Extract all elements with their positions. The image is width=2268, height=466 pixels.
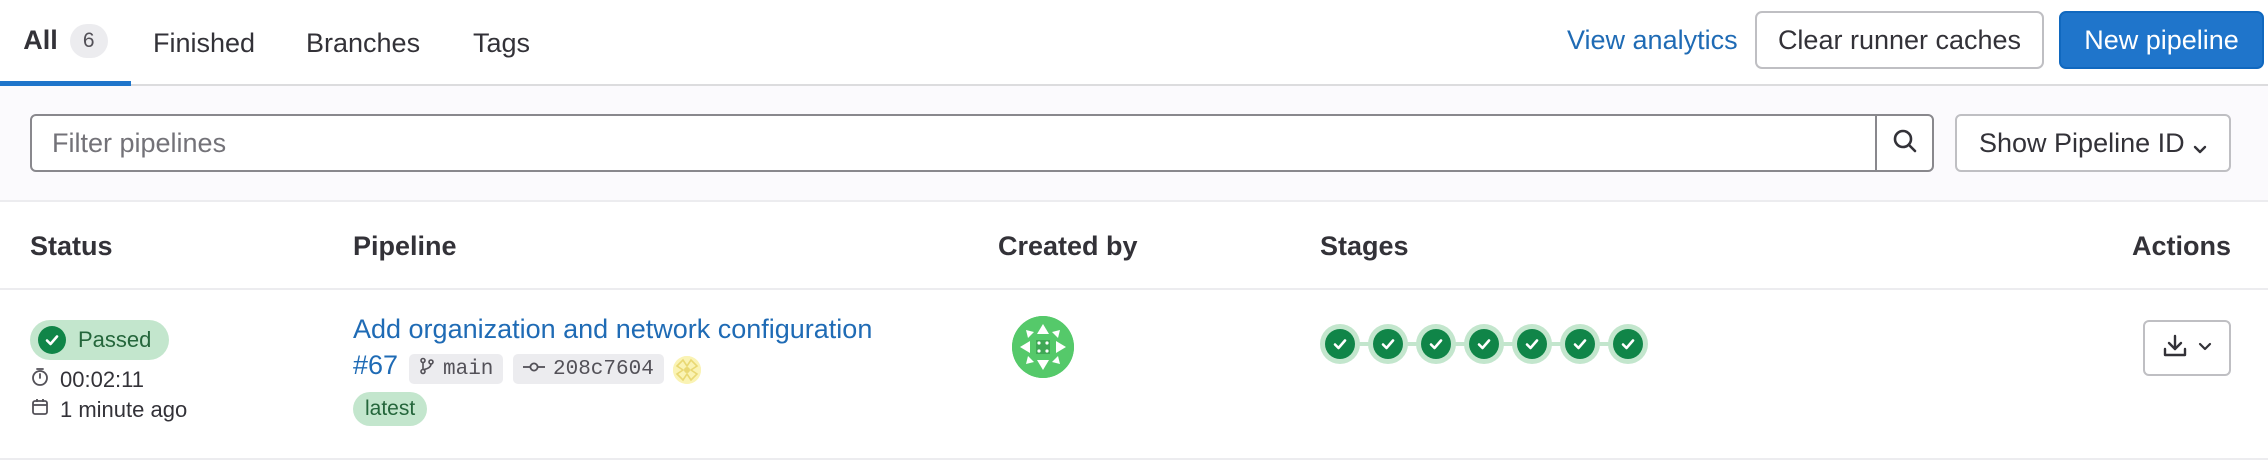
- pipeline-id-link[interactable]: #67: [353, 350, 398, 381]
- tab-finished[interactable]: Finished: [153, 0, 255, 86]
- stage-4[interactable]: [1464, 324, 1504, 364]
- table-row: Passed 00:02:11 1 minute ago Add organiz…: [0, 290, 2268, 460]
- commit-icon: [523, 358, 553, 381]
- search-button[interactable]: [1875, 116, 1932, 170]
- column-status: Status: [30, 230, 113, 261]
- status-badge[interactable]: Passed: [30, 320, 170, 360]
- ref-name: main: [443, 357, 494, 381]
- check-icon: [1469, 329, 1499, 359]
- pipelines-page: All 6 Finished Branches Tags View analyt…: [0, 0, 2268, 466]
- duration: 00:02:11: [30, 367, 144, 393]
- tab-finished-label: Finished: [153, 27, 256, 58]
- finished-time: 1 minute ago: [30, 397, 187, 423]
- check-icon: [1517, 329, 1547, 359]
- commit-chip[interactable]: 208c7604: [513, 354, 664, 384]
- tab-all-label: All: [23, 25, 58, 55]
- stage-6[interactable]: [1560, 324, 1600, 364]
- filter-bar: Show Pipeline ID: [0, 86, 2268, 202]
- new-pipeline-button[interactable]: New pipeline: [2059, 11, 2264, 69]
- commit-author-avatar[interactable]: [673, 356, 701, 384]
- pipeline-title-link[interactable]: Add organization and network configurati…: [353, 314, 872, 345]
- commit-sha: 208c7604: [553, 357, 654, 381]
- check-icon: [1565, 329, 1595, 359]
- stage-5[interactable]: [1512, 324, 1552, 364]
- tab-all-count: 6: [69, 23, 108, 58]
- tab-all[interactable]: All 6: [0, 0, 131, 86]
- clear-runner-caches-button[interactable]: Clear runner caches: [1755, 11, 2044, 69]
- tab-tags-label: Tags: [473, 27, 531, 58]
- column-actions: Actions: [2131, 230, 2231, 261]
- show-pipeline-id-dropdown[interactable]: Show Pipeline ID: [1955, 114, 2231, 172]
- ref-chip[interactable]: main: [409, 354, 504, 384]
- timer-icon: [30, 367, 60, 393]
- table-header: Status Pipeline Created by Stages Action…: [0, 202, 2268, 290]
- stage-7[interactable]: [1608, 324, 1648, 364]
- filter-pipelines-input[interactable]: [32, 116, 1877, 170]
- download-icon: [2161, 332, 2189, 365]
- show-pipeline-id-label: Show Pipeline ID: [1979, 127, 2185, 158]
- tab-tags[interactable]: Tags: [473, 0, 530, 86]
- column-pipeline: Pipeline: [353, 230, 457, 261]
- chevron-down-icon: [2191, 134, 2209, 165]
- check-icon: [1373, 329, 1403, 359]
- check-icon: [1325, 329, 1355, 359]
- calendar-icon: [30, 397, 60, 423]
- column-stages: Stages: [1320, 230, 1409, 261]
- tab-branches-label: Branches: [306, 27, 421, 58]
- column-created-by: Created by: [998, 230, 1138, 261]
- branch-icon: [419, 357, 443, 382]
- latest-badge: latest: [353, 392, 428, 426]
- stage-3[interactable]: [1416, 324, 1456, 364]
- check-icon: [1613, 329, 1643, 359]
- check-icon: [38, 326, 66, 354]
- filter-search: [30, 114, 1934, 172]
- finished-value: 1 minute ago: [60, 397, 188, 422]
- search-icon: [1892, 128, 1918, 159]
- user-avatar[interactable]: [1012, 316, 1074, 378]
- duration-value: 00:02:11: [60, 367, 145, 392]
- tab-branches[interactable]: Branches: [306, 0, 420, 86]
- chevron-down-icon: [2197, 338, 2213, 359]
- stage-2[interactable]: [1368, 324, 1408, 364]
- view-analytics-link[interactable]: View analytics: [1567, 0, 1738, 80]
- stage-1[interactable]: [1320, 324, 1360, 364]
- status-label: Passed: [78, 327, 152, 352]
- check-icon: [1421, 329, 1451, 359]
- download-artifacts-dropdown[interactable]: [2143, 320, 2231, 376]
- pipeline-tabs: All 6 Finished Branches Tags View analyt…: [0, 0, 2268, 86]
